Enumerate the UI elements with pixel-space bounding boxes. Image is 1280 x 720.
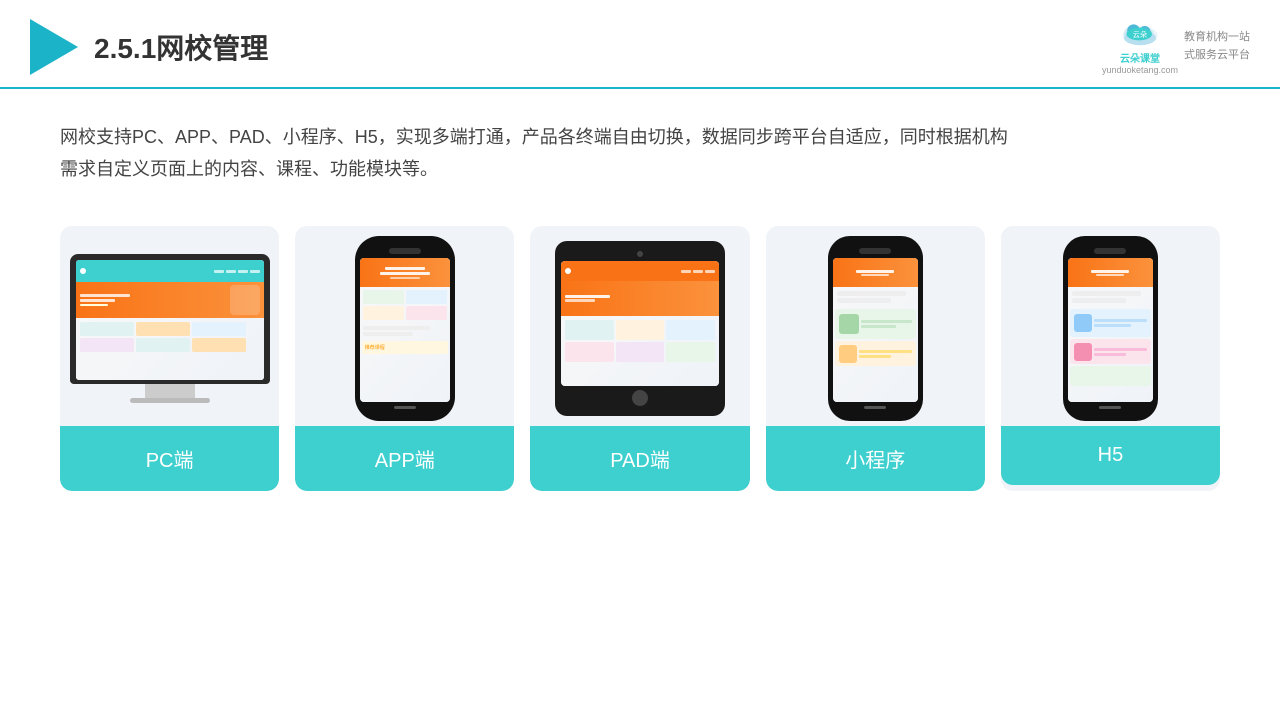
miniapp-phone-icon bbox=[828, 236, 923, 421]
page-title: 2.5.1网校管理 bbox=[94, 27, 268, 67]
header-left: 2.5.1网校管理 bbox=[30, 19, 268, 75]
card-h5-image bbox=[1001, 226, 1220, 426]
card-miniapp: 小程序 bbox=[766, 226, 985, 491]
logo-triangle-icon bbox=[30, 19, 78, 75]
card-pad: PAD端 bbox=[530, 226, 749, 491]
description-text: 网校支持PC、APP、PAD、小程序、H5，实现多端打通，产品各终端自由切换，数… bbox=[0, 89, 1280, 206]
card-app-label: APP端 bbox=[295, 426, 514, 491]
card-h5: H5 bbox=[1001, 226, 1220, 491]
card-pad-label: PAD端 bbox=[530, 426, 749, 491]
svg-text:云朵: 云朵 bbox=[1133, 31, 1147, 39]
card-app: 推荐课程 APP端 bbox=[295, 226, 514, 491]
platform-cards: PC端 bbox=[0, 206, 1280, 521]
brand-logo: 云朵 云朵课堂 yunduoketang.com 教育机构一站 式服务云平台 bbox=[1102, 18, 1250, 75]
card-miniapp-label: 小程序 bbox=[766, 426, 985, 491]
card-pad-image bbox=[530, 226, 749, 426]
cloud-logo-icon: 云朵 云朵课堂 yunduoketang.com bbox=[1102, 18, 1178, 75]
card-pc: PC端 bbox=[60, 226, 279, 491]
card-app-image: 推荐课程 bbox=[295, 226, 514, 426]
card-pc-label: PC端 bbox=[60, 426, 279, 491]
app-phone-icon: 推荐课程 bbox=[355, 236, 455, 421]
header-right: 云朵 云朵课堂 yunduoketang.com 教育机构一站 式服务云平台 bbox=[1102, 18, 1250, 75]
brand-name-text: 云朵课堂 bbox=[1120, 50, 1160, 65]
brand-url: yunduoketang.com bbox=[1102, 65, 1178, 75]
pc-monitor-icon bbox=[70, 254, 270, 403]
brand-tagline: 教育机构一站 式服务云平台 bbox=[1184, 29, 1250, 64]
card-h5-label: H5 bbox=[1001, 426, 1220, 485]
page-header: 2.5.1网校管理 云朵 云朵课堂 yunduoketang.com bbox=[0, 0, 1280, 89]
h5-phone-icon bbox=[1063, 236, 1158, 421]
card-pc-image bbox=[60, 226, 279, 426]
card-miniapp-image bbox=[766, 226, 985, 426]
pad-tablet-icon bbox=[555, 241, 725, 416]
